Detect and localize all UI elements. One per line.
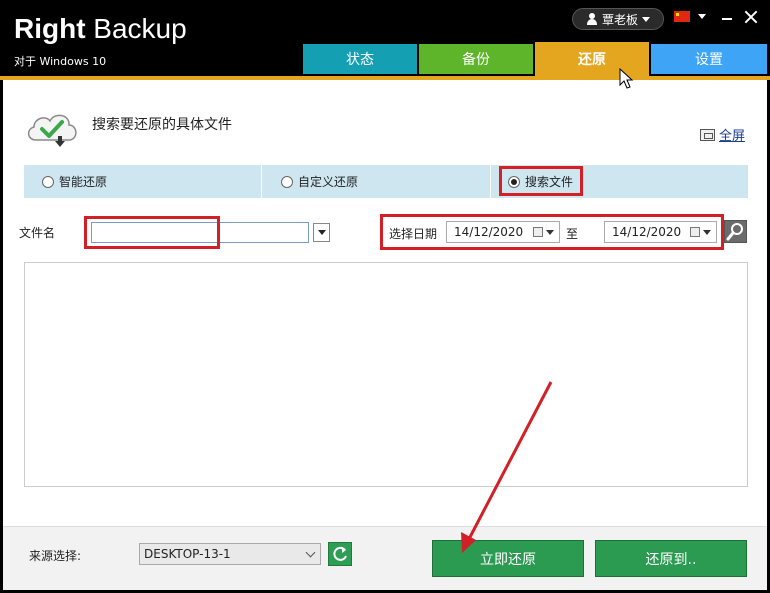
source-label: 来源选择: bbox=[29, 549, 82, 563]
footer-bar: 来源选择: DESKTOP-13-1 立即还原 还原到.. bbox=[3, 526, 767, 590]
search-button[interactable] bbox=[724, 220, 747, 243]
mode-custom-restore[interactable]: 自定义还原 bbox=[281, 165, 358, 198]
os-subtitle: 对于 Windows 10 bbox=[14, 55, 107, 68]
chevron-down-icon bbox=[317, 230, 326, 235]
fullscreen-toggle[interactable]: 全屏 bbox=[700, 125, 745, 144]
brand-name-bold: Right bbox=[14, 13, 86, 44]
source-value: DESKTOP-13-1 bbox=[144, 547, 231, 561]
page-title: 搜索要还原的具体文件 bbox=[92, 117, 232, 133]
close-icon[interactable] bbox=[744, 10, 758, 24]
brand-name-light: Backup bbox=[85, 13, 187, 44]
user-icon bbox=[586, 13, 598, 25]
cloud-restore-icon bbox=[27, 114, 77, 147]
refresh-button[interactable] bbox=[328, 542, 352, 566]
mode-divider bbox=[490, 165, 491, 198]
user-account-button[interactable]: 覃老板 bbox=[572, 8, 664, 30]
mode-label: 自定义还原 bbox=[298, 175, 359, 189]
restore-now-button[interactable]: 立即还原 bbox=[432, 540, 584, 577]
restore-to-button[interactable]: 还原到.. bbox=[595, 540, 747, 577]
restore-panel: 搜索要还原的具体文件 全屏 智能还原 自定义还原 搜索文件 文件名 选择日期 1… bbox=[3, 80, 767, 526]
fullscreen-link[interactable]: 全屏 bbox=[719, 125, 745, 144]
radio-smart-restore[interactable] bbox=[42, 175, 54, 188]
chevron-down-icon bbox=[305, 547, 316, 558]
highlight-search-mode bbox=[499, 166, 583, 196]
filename-label: 文件名 bbox=[19, 226, 56, 240]
refresh-icon bbox=[333, 546, 347, 561]
minimize-icon[interactable] bbox=[722, 18, 732, 20]
tab-backup[interactable]: 备份 bbox=[419, 44, 533, 74]
tab-status[interactable]: 状态 bbox=[303, 44, 417, 74]
search-icon bbox=[726, 223, 743, 241]
tab-settings[interactable]: 设置 bbox=[651, 44, 767, 74]
highlight-date-range bbox=[380, 214, 724, 250]
source-select[interactable]: DESKTOP-13-1 bbox=[139, 543, 321, 565]
mode-divider bbox=[261, 165, 262, 198]
app-logo: Right Backup bbox=[14, 12, 187, 46]
mode-label: 智能还原 bbox=[59, 175, 108, 189]
mouse-cursor-icon bbox=[619, 68, 634, 89]
filename-dropdown-button[interactable] bbox=[313, 223, 330, 242]
highlight-filename bbox=[84, 216, 220, 249]
mode-smart-restore[interactable]: 智能还原 bbox=[42, 165, 107, 198]
language-selector[interactable] bbox=[674, 11, 706, 22]
search-results-list[interactable] bbox=[24, 262, 748, 487]
restore-mode-bar: 智能还原 自定义还原 搜索文件 bbox=[24, 165, 748, 198]
title-bar: Right Backup 对于 Windows 10 覃老板 状态 备份 还原 … bbox=[0, 0, 770, 76]
chevron-down-icon bbox=[698, 14, 706, 19]
radio-custom-restore[interactable] bbox=[281, 175, 293, 188]
chevron-down-icon bbox=[642, 16, 650, 22]
china-flag-icon bbox=[674, 11, 690, 22]
user-name: 覃老板 bbox=[601, 12, 638, 27]
fullscreen-icon bbox=[700, 128, 715, 141]
